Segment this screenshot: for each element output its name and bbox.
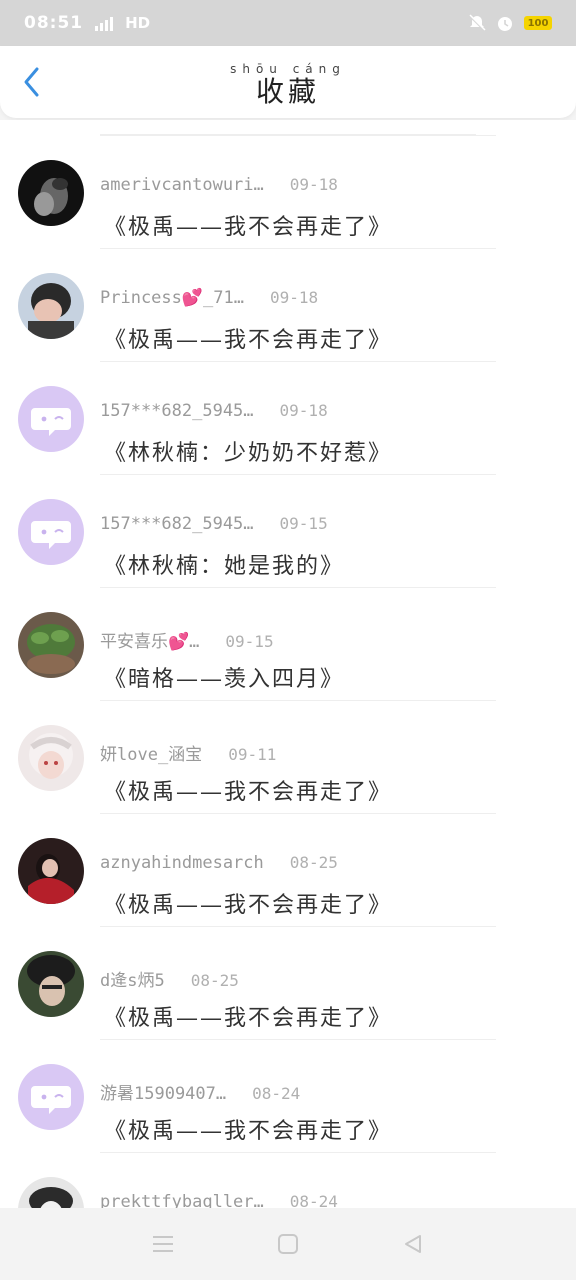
menu-icon bbox=[152, 1236, 173, 1252]
chat-bubble-icon bbox=[18, 386, 84, 452]
date: 09-15 bbox=[225, 632, 274, 651]
date: 09-18 bbox=[270, 288, 319, 307]
username-line: d逄s炳5 08-25 bbox=[100, 966, 239, 991]
date: 09-15 bbox=[279, 514, 328, 533]
row-divider bbox=[100, 700, 496, 701]
username: 157***682_5945… bbox=[100, 401, 254, 421]
avatar[interactable] bbox=[18, 1064, 84, 1130]
list-item[interactable]: Princess💕_71… 09-18 《极禹——我不会再走了》 bbox=[0, 248, 576, 361]
book-title: 《林秋楠：她是我的》 bbox=[104, 554, 345, 579]
avatar[interactable] bbox=[18, 951, 84, 1017]
battery-icon: 100 bbox=[524, 16, 552, 30]
list-item[interactable]: 妍love_涵宝 09-11 《极禹——我不会再走了》 bbox=[0, 700, 576, 813]
list-item[interactable]: amerivcantowuri… 09-18 《极禹——我不会再走了》 bbox=[0, 135, 576, 248]
username-line: 游暑15909407… 08-24 bbox=[100, 1079, 300, 1104]
list-item[interactable]: 游暑15909407… 08-24 《极禹——我不会再走了》 bbox=[0, 1039, 576, 1152]
title-bar: shōu cáng 收藏 bbox=[0, 46, 576, 118]
avatar[interactable] bbox=[18, 612, 84, 678]
date: 08-25 bbox=[190, 971, 239, 990]
status-bar: 08:51 HD 100 bbox=[0, 0, 576, 46]
avatar[interactable] bbox=[18, 160, 84, 226]
book-title: 《林秋楠：少奶奶不好惹》 bbox=[104, 441, 393, 466]
username-line: 157***682_5945… 09-18 bbox=[100, 401, 328, 421]
username-line: aznyahindmesarch 08-25 bbox=[100, 853, 338, 873]
book-title: 《极禹——我不会再走了》 bbox=[104, 328, 393, 353]
avatar[interactable] bbox=[18, 273, 84, 339]
book-title: 《暗格——羡入四月》 bbox=[104, 667, 345, 692]
alarm-icon bbox=[498, 17, 512, 31]
list-item[interactable]: prekttfybaqller… 08-24 bbox=[0, 1152, 576, 1208]
username-line: 妍love_涵宝 09-11 bbox=[100, 740, 276, 765]
book-title: 《极禹——我不会再走了》 bbox=[104, 893, 393, 918]
chat-bubble-icon bbox=[18, 499, 84, 565]
page-title-wrap: shōu cáng 收藏 bbox=[0, 62, 576, 108]
date: 08-24 bbox=[252, 1084, 301, 1103]
list-item[interactable]: 平安喜乐💕… 09-15 《暗格——羡入四月》 bbox=[0, 587, 576, 700]
avatar[interactable] bbox=[18, 725, 84, 791]
system-nav-bar bbox=[0, 1208, 576, 1280]
username-line: amerivcantowuri… 09-18 bbox=[100, 175, 338, 195]
date: 09-18 bbox=[289, 175, 338, 194]
status-bar-right: 100 bbox=[468, 14, 552, 32]
chat-bubble-icon bbox=[18, 1064, 84, 1130]
back-nav-button[interactable] bbox=[393, 1224, 433, 1264]
username: 妍love_涵宝 bbox=[100, 745, 203, 765]
network-label: HD bbox=[125, 14, 151, 32]
book-title: 《极禹——我不会再走了》 bbox=[104, 215, 393, 240]
username: prekttfybaqller… bbox=[100, 1192, 264, 1208]
list-item[interactable]: 157***682_5945… 09-15 《林秋楠：她是我的》 bbox=[0, 474, 576, 587]
row-divider bbox=[100, 1039, 496, 1040]
date: 08-24 bbox=[289, 1192, 338, 1208]
avatar[interactable] bbox=[18, 386, 84, 452]
back-triangle-icon bbox=[405, 1235, 422, 1253]
row-divider bbox=[100, 361, 496, 362]
row-divider bbox=[100, 474, 496, 475]
row-divider bbox=[100, 1152, 496, 1153]
username: amerivcantowuri… bbox=[100, 175, 264, 195]
username-line: 157***682_5945… 09-15 bbox=[100, 514, 328, 534]
home-button[interactable] bbox=[268, 1224, 308, 1264]
book-title: 《极禹——我不会再走了》 bbox=[104, 1119, 393, 1144]
mute-icon bbox=[469, 14, 486, 31]
book-title: 《极禹——我不会再走了》 bbox=[104, 1006, 393, 1031]
username: aznyahindmesarch bbox=[100, 853, 264, 873]
username: 游暑15909407… bbox=[100, 1084, 227, 1104]
row-divider bbox=[100, 926, 496, 927]
username: 平安喜乐💕… bbox=[100, 632, 200, 652]
favorites-list: amerivcantowuri… 09-18 《极禹——我不会再走了》 Prin… bbox=[0, 120, 576, 1208]
row-divider bbox=[100, 813, 496, 814]
avatar[interactable] bbox=[18, 1177, 84, 1208]
avatar[interactable] bbox=[18, 838, 84, 904]
username: d逄s炳5 bbox=[100, 971, 165, 991]
list-item[interactable]: d逄s炳5 08-25 《极禹——我不会再走了》 bbox=[0, 926, 576, 1039]
menu-button[interactable] bbox=[143, 1224, 183, 1264]
status-bar-left: 08:51 HD bbox=[24, 13, 150, 33]
username-line: prekttfybaqller… 08-24 bbox=[100, 1192, 338, 1208]
page-title: 收藏 bbox=[255, 75, 320, 108]
row-divider bbox=[100, 587, 496, 588]
signal-icon bbox=[95, 15, 114, 31]
row-divider bbox=[100, 248, 496, 249]
book-title: 《极禹——我不会再走了》 bbox=[104, 780, 393, 805]
username: Princess💕_71… bbox=[100, 288, 244, 308]
date: 08-25 bbox=[289, 853, 338, 872]
username-line: 平安喜乐💕… 09-15 bbox=[100, 627, 274, 652]
status-time: 08:51 bbox=[24, 13, 84, 33]
list-item[interactable]: aznyahindmesarch 08-25 《极禹——我不会再走了》 bbox=[0, 813, 576, 926]
row-divider bbox=[100, 135, 496, 136]
username: 157***682_5945… bbox=[100, 514, 254, 534]
home-icon bbox=[277, 1234, 298, 1254]
page-title-pinyin: shōu cáng bbox=[230, 62, 346, 76]
date: 09-11 bbox=[228, 745, 277, 764]
date: 09-18 bbox=[279, 401, 328, 420]
username-line: Princess💕_71… 09-18 bbox=[100, 288, 318, 308]
list-item[interactable]: 157***682_5945… 09-18 《林秋楠：少奶奶不好惹》 bbox=[0, 361, 576, 474]
avatar[interactable] bbox=[18, 499, 84, 565]
